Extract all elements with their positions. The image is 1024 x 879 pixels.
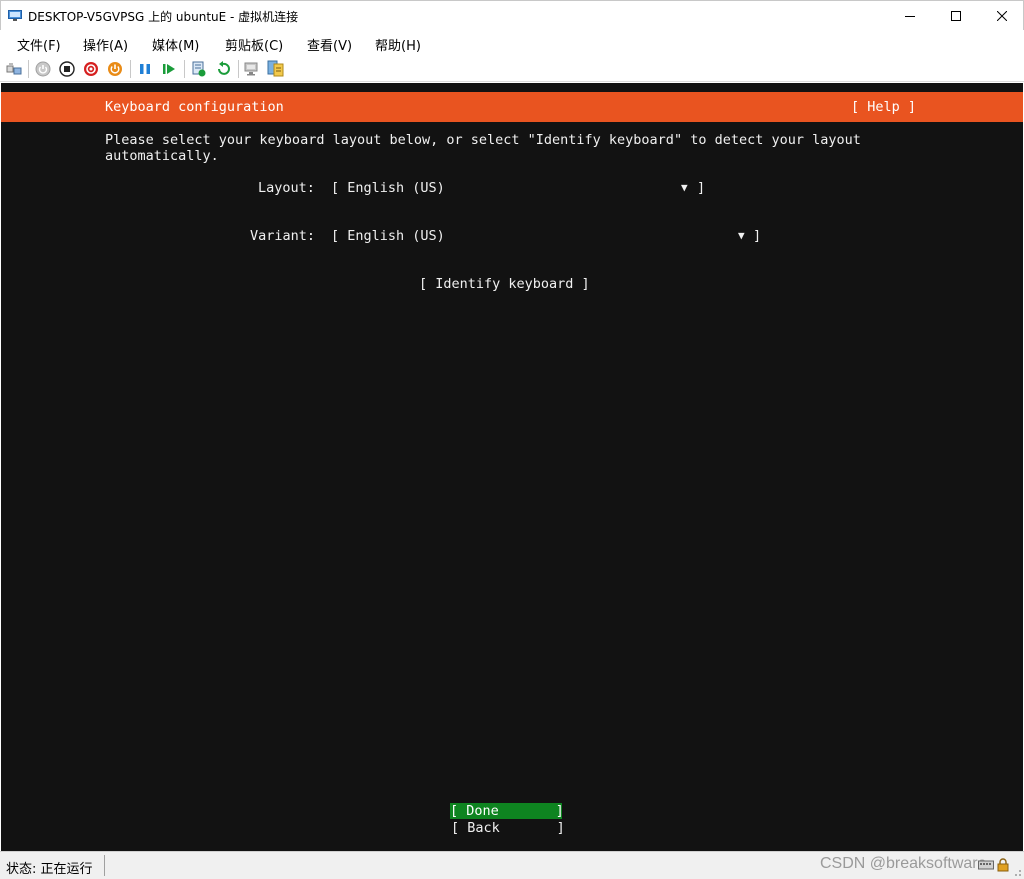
menu-clipboard[interactable]: 剪贴板(C) <box>225 35 283 54</box>
menu-file[interactable]: 文件(F) <box>17 35 61 54</box>
chevron-down-icon: ▼ <box>738 229 745 242</box>
done-button[interactable]: [ Done ] <box>450 803 564 819</box>
menu-media[interactable]: 媒体(M) <box>152 35 199 54</box>
ctrl-alt-del-icon[interactable] <box>5 60 22 77</box>
page-title: Keyboard configuration <box>105 99 284 115</box>
layout-bracket: ] <box>697 180 706 196</box>
start-icon[interactable] <box>34 60 51 77</box>
maximize-button[interactable] <box>933 1 979 31</box>
variant-label: Variant: <box>250 228 316 244</box>
checkpoint-icon[interactable] <box>190 60 207 77</box>
identify-keyboard-button[interactable]: [ Identify keyboard ] <box>419 276 590 292</box>
close-button[interactable] <box>979 1 1024 31</box>
title-bar: DESKTOP-V5GVPSG 上的 ubuntuE - 虚拟机连接 <box>0 0 1024 30</box>
enhanced-session-icon[interactable] <box>244 60 261 77</box>
layout-value: [ English (US) <box>331 180 445 196</box>
toolbar <box>0 56 1024 82</box>
chevron-down-icon: ▼ <box>681 181 688 194</box>
variant-bracket: ] <box>753 228 762 244</box>
turn-off-icon[interactable] <box>58 60 75 77</box>
window-title: DESKTOP-V5GVPSG 上的 ubuntuE - 虚拟机连接 <box>28 10 299 24</box>
resize-grip-icon[interactable] <box>1012 867 1022 877</box>
menu-action[interactable]: 操作(A) <box>83 35 128 54</box>
resume-icon[interactable] <box>160 60 177 77</box>
vm-console[interactable]: Keyboard configuration [ Help ] Please s… <box>1 83 1023 851</box>
status-tray <box>978 858 1010 872</box>
layout-label: Layout: <box>258 180 315 196</box>
minimize-button[interactable] <box>887 1 933 31</box>
save-icon[interactable] <box>106 60 123 77</box>
variant-value: [ English (US) <box>331 228 445 244</box>
done-label: [ Done ] <box>450 803 564 819</box>
description-line-2: automatically. <box>105 148 219 164</box>
menu-bar: 文件(F) 操作(A) 媒体(M) 剪贴板(C) 查看(V) 帮助(H) <box>0 30 1024 56</box>
menu-view[interactable]: 查看(V) <box>307 35 352 54</box>
keyboard-icon <box>978 860 994 870</box>
status-bar: 状态: 正在运行 CSDN @breaksoftware <box>0 851 1024 879</box>
close-icon <box>997 11 1007 21</box>
maximize-icon <box>951 11 961 21</box>
lock-icon <box>997 858 1009 872</box>
watermark: CSDN @breaksoftware <box>820 855 987 872</box>
vm-connection-icon <box>8 9 22 21</box>
status-text: 状态: 正在运行 <box>6 862 93 877</box>
menu-help[interactable]: 帮助(H) <box>375 35 421 54</box>
back-button[interactable]: [ Back ] <box>451 820 565 836</box>
minimize-icon <box>905 16 915 17</box>
revert-icon[interactable] <box>214 60 231 77</box>
description-line-1: Please select your keyboard layout below… <box>105 132 861 148</box>
pause-icon[interactable] <box>136 60 153 77</box>
help-button[interactable]: [ Help ] <box>851 99 916 115</box>
shutdown-icon[interactable] <box>82 60 99 77</box>
share-icon[interactable] <box>267 60 284 77</box>
installer-header: Keyboard configuration [ Help ] <box>1 92 1023 122</box>
